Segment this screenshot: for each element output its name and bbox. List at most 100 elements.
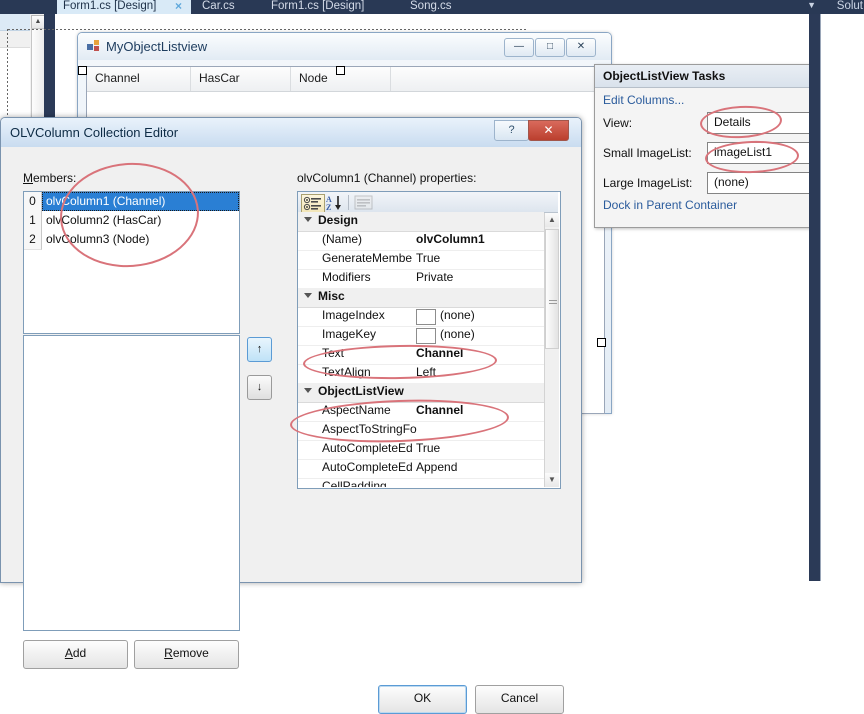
remove-button[interactable]: Remove — [134, 640, 239, 669]
scroll-thumb-grip — [549, 300, 557, 306]
property-category-misc[interactable]: Misc — [298, 288, 544, 308]
close-icon: ✕ — [543, 123, 554, 137]
remove-label-rest: emove — [172, 646, 209, 660]
olv-column-header-hascar[interactable]: HasCar — [191, 67, 291, 91]
property-row-generatemember[interactable]: GenerateMembe True — [298, 250, 544, 270]
property-name: AutoCompleteEd — [322, 460, 412, 474]
property-pages-icon — [354, 195, 373, 210]
view-label: View: — [603, 116, 633, 130]
olv-column-label: Node — [299, 71, 328, 85]
left-pane-row[interactable] — [0, 31, 30, 48]
property-row-name[interactable]: (Name) olvColumn1 — [298, 231, 544, 251]
olv-column-label: Channel — [95, 71, 140, 85]
dialog-titlebar: OLVColumn Collection Editor ? ✕ — [1, 118, 581, 147]
add-label-rest: dd — [72, 646, 87, 660]
member-index: 2 — [24, 230, 42, 250]
property-name: ImageIndex — [322, 308, 385, 322]
property-grid-toolbar: A Z — [298, 192, 558, 213]
left-pane-scroll-thumb[interactable] — [31, 28, 45, 122]
alphabetical-sort-icon[interactable]: A Z — [325, 194, 347, 211]
property-name: GenerateMembe — [322, 251, 412, 265]
property-grid[interactable]: A Z Design (Name) olvColumn1 GenerateMem… — [297, 191, 561, 489]
scroll-up-glyph: ▲ — [34, 18, 42, 25]
property-grid-vertical-scrollbar[interactable]: ▲ ▼ — [544, 213, 559, 487]
editor-tab-form1-design-active[interactable]: Form1.cs [Design] — [57, 0, 191, 14]
category-name: ObjectListView — [318, 384, 404, 398]
property-row-autocompleteeditormode[interactable]: AutoCompleteEd Append — [298, 459, 544, 479]
right-dock-divider — [809, 14, 820, 581]
property-name: CellPadding — [322, 479, 387, 487]
move-up-button[interactable]: ↑ — [247, 337, 272, 362]
scroll-up-arrow-icon[interactable]: ▲ — [31, 15, 45, 29]
members-label: Members: — [23, 171, 76, 185]
property-row-imageindex[interactable]: ImageIndex (none) — [298, 307, 544, 327]
property-value[interactable]: olvColumn1 — [416, 232, 485, 246]
editor-tab-close-icon[interactable]: × — [175, 0, 182, 14]
minimize-button[interactable]: — — [504, 38, 534, 57]
image-preview-swatch — [416, 309, 436, 325]
editor-tab-form1-design-2[interactable]: Form1.cs [Design] — [265, 0, 370, 14]
solution-explorer-title: Solut — [836, 0, 863, 12]
member-index: 0 — [24, 192, 42, 212]
member-index: 1 — [24, 211, 42, 231]
move-down-button[interactable]: ↓ — [247, 375, 272, 400]
category-name: Misc — [318, 289, 345, 303]
cancel-button[interactable]: Cancel — [475, 685, 564, 714]
editor-tab-label: Form1.cs [Design] — [271, 0, 365, 12]
help-icon: ? — [508, 124, 515, 136]
property-row-imagekey[interactable]: ImageKey (none) — [298, 326, 544, 346]
property-value[interactable]: (none) — [440, 308, 475, 322]
editor-tab-song-cs[interactable]: Song.cs — [404, 0, 458, 14]
maximize-button[interactable]: □ — [535, 38, 565, 57]
add-button[interactable]: Add — [23, 640, 128, 669]
form-titlebar: MyObjectListview — □ ✕ — [78, 33, 611, 60]
toolbar-separator — [348, 195, 349, 210]
property-value[interactable]: True — [416, 251, 440, 265]
property-value[interactable]: (none) — [440, 327, 475, 341]
large-imagelist-combobox-value: (none) — [714, 175, 749, 189]
edit-columns-link[interactable]: Edit Columns... — [603, 93, 684, 107]
ok-button[interactable]: OK — [378, 685, 467, 714]
large-imagelist-label: Large ImageList: — [603, 176, 693, 190]
resize-grip-top-left[interactable] — [78, 66, 87, 75]
svg-text:Z: Z — [326, 203, 331, 211]
scroll-down-arrow-icon[interactable]: ▼ — [545, 473, 559, 487]
objectlistview-header: Channel HasCar Node — [87, 67, 604, 92]
property-value[interactable]: Append — [416, 460, 457, 474]
category-collapse-icon[interactable] — [304, 217, 312, 222]
olv-column-header-channel[interactable]: Channel — [87, 67, 191, 91]
property-value[interactable]: True — [416, 441, 440, 455]
editor-tab-label: Song.cs — [410, 0, 452, 12]
editor-tab-label: Form1.cs [Design] — [63, 0, 157, 12]
tab-overflow-chevron-down-icon[interactable]: ▼ — [807, 0, 816, 14]
dock-in-parent-container-link[interactable]: Dock in Parent Container — [603, 198, 737, 212]
arrow-down-icon: ↓ — [256, 381, 263, 393]
left-partial-pane — [0, 14, 31, 126]
category-name: Design — [318, 213, 359, 227]
tasks-panel-title: ObjectListView Tasks — [603, 69, 726, 83]
resize-grip-right-middle[interactable] — [597, 338, 606, 347]
dialog-close-button[interactable]: ✕ — [528, 120, 569, 141]
property-row-cellpadding[interactable]: CellPadding — [298, 478, 544, 487]
property-grid-scroll-thumb[interactable] — [545, 229, 559, 349]
property-row-autocompleteeditor[interactable]: AutoCompleteEd True — [298, 440, 544, 460]
image-preview-swatch — [416, 328, 436, 344]
remove-mnemonic: R — [164, 646, 173, 660]
members-list-lower-panel[interactable] — [23, 335, 240, 631]
editor-tab-car-cs[interactable]: Car.cs — [196, 0, 241, 14]
category-collapse-icon[interactable] — [304, 293, 312, 298]
property-name: Modifiers — [322, 270, 371, 284]
resize-grip-top-center[interactable] — [336, 66, 345, 75]
scroll-up-arrow-icon[interactable]: ▲ — [545, 213, 559, 227]
categorized-view-icon[interactable] — [301, 194, 325, 213]
property-category-design[interactable]: Design — [298, 212, 544, 232]
properties-label: olvColumn1 (Channel) properties: — [297, 171, 477, 185]
property-value[interactable]: Private — [416, 270, 453, 284]
close-button[interactable]: ✕ — [566, 38, 596, 57]
help-button[interactable]: ? — [494, 120, 529, 141]
property-row-modifiers[interactable]: Modifiers Private — [298, 269, 544, 289]
olv-column-header-filler — [391, 67, 604, 91]
category-collapse-icon[interactable] — [304, 388, 312, 393]
arrow-up-icon: ↑ — [256, 343, 263, 355]
editor-tab-label: Car.cs — [202, 0, 235, 12]
